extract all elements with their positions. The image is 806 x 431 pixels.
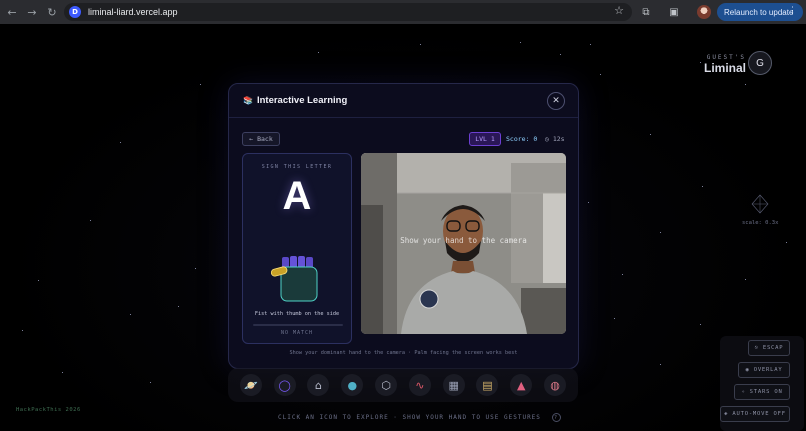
- fist-hand-icon: [270, 256, 318, 302]
- star-dot: [318, 52, 320, 54]
- module-dock: 🪐 ◯ ⌂ ● ⬡ ∿ ▦ ▤ ▲ ◍: [228, 368, 578, 402]
- auto-move-toggle[interactable]: ◈ AUTO-MOVE OFF: [720, 406, 790, 422]
- avatar[interactable]: G: [748, 51, 772, 75]
- star-dot: [195, 268, 197, 270]
- browser-toolbar: ← → ↻ D liminal-liard.vercel.app ☆ ⧉ ▣ R…: [0, 0, 806, 24]
- star-dot: [600, 74, 602, 76]
- interactive-learning-modal: 📚 Interactive Learning ✕ ← Back LVL 1 Sc…: [228, 83, 579, 369]
- rocket-icon[interactable]: ▲: [510, 374, 533, 396]
- star-dot: [660, 232, 662, 234]
- compass-icon: [751, 194, 769, 214]
- help-button[interactable]: ?: [551, 413, 561, 422]
- star-dot: [120, 142, 122, 144]
- cube-icon[interactable]: ⬡: [375, 374, 398, 396]
- brain-icon[interactable]: ◍: [544, 374, 567, 396]
- score-readout: Score: 0: [506, 135, 538, 143]
- star-dot: [38, 280, 40, 282]
- sign-this-letter-label: SIGN THIS LETTER: [261, 164, 333, 170]
- book-icon[interactable]: ▤: [476, 374, 499, 396]
- star-dot: [62, 372, 64, 374]
- ring-icon[interactable]: ◯: [273, 374, 296, 396]
- close-button[interactable]: ✕: [547, 92, 565, 110]
- footer-hint-text: CLICK AN ICON TO EXPLORE · SHOW YOUR HAN…: [278, 414, 541, 421]
- star-dot: [614, 318, 616, 320]
- star-dot: [590, 44, 592, 46]
- game-icon[interactable]: ▦: [442, 374, 465, 396]
- escape-button[interactable]: ⎋ ESCAP: [748, 340, 790, 356]
- back-arrow-icon[interactable]: ←: [2, 0, 22, 24]
- level-badge: LVL 1: [469, 132, 501, 146]
- star-dot: [700, 324, 702, 326]
- reload-icon[interactable]: ↻: [42, 0, 62, 24]
- modal-title-text: Interactive Learning: [256, 95, 348, 106]
- stars-toggle[interactable]: ✧ STARS ON: [734, 384, 790, 400]
- hand-shape-hint: Fist with thumb on the side: [254, 311, 340, 317]
- camera-prompt: Show your hand to the camera: [400, 236, 527, 245]
- menu-dots-icon[interactable]: ⋮: [788, 5, 797, 16]
- view-controls: ⎋ ESCAP ◉ OVERLAY ✧ STARS ON ◈ AUTO-MOVE…: [720, 336, 804, 431]
- star-dot: [700, 62, 702, 64]
- modal-header: 📚 Interactive Learning ✕: [229, 84, 578, 118]
- copyright-text: HackPackThis 2026: [16, 407, 81, 413]
- books-icon: 📚: [243, 96, 253, 105]
- guest-label: GUEST'S: [706, 54, 746, 61]
- pulse-icon[interactable]: ∿: [408, 374, 431, 396]
- home-icon[interactable]: ⌂: [307, 374, 330, 396]
- target-letter: A: [282, 174, 312, 218]
- globe-icon[interactable]: ●: [341, 374, 364, 396]
- star-dot: [200, 84, 202, 86]
- star-dot: [560, 54, 562, 56]
- match-progress-bar: [253, 324, 343, 326]
- site-info-icon[interactable]: D: [69, 6, 81, 18]
- address-bar[interactable]: D liminal-liard.vercel.app ☆: [64, 3, 632, 21]
- star-dot: [622, 274, 624, 276]
- url-text[interactable]: liminal-liard.vercel.app: [88, 7, 178, 17]
- media-icon[interactable]: ▣: [666, 4, 682, 20]
- back-button[interactable]: ← Back: [242, 132, 280, 146]
- starfield-canvas[interactable]: GUEST'S Liminal G scale: 0.3x 📚 Interact…: [0, 24, 806, 431]
- star-dot: [702, 186, 704, 188]
- match-status: NO MATCH: [280, 330, 314, 336]
- star-dot: [22, 330, 24, 332]
- forward-arrow-icon[interactable]: →: [22, 0, 42, 24]
- modal-title: 📚 Interactive Learning: [243, 95, 347, 106]
- star-dot: [150, 382, 152, 384]
- relaunch-button[interactable]: Relaunch to update ⋮: [717, 3, 803, 21]
- profile-avatar[interactable]: [697, 5, 711, 19]
- footer-hint: CLICK AN ICON TO EXPLORE · SHOW YOUR HAN…: [278, 413, 561, 422]
- overlay-toggle[interactable]: ◉ OVERLAY: [738, 362, 790, 378]
- camera-feed: Show your hand to the camera: [361, 153, 566, 334]
- star-dot: [420, 44, 422, 46]
- brand-name: Liminal: [703, 61, 746, 75]
- star-dot: [650, 134, 652, 136]
- star-dot: [745, 279, 747, 281]
- user-header: GUEST'S Liminal: [704, 54, 746, 75]
- bookmark-star-icon[interactable]: ☆: [614, 4, 624, 17]
- timer-readout: ◷ 12s: [545, 135, 565, 143]
- relaunch-label: Relaunch to update: [724, 7, 794, 17]
- extensions-icon[interactable]: ⧉: [638, 4, 654, 20]
- star-dot: [588, 202, 590, 204]
- star-dot: [178, 306, 180, 308]
- scale-readout: scale: 0.3x: [742, 220, 779, 226]
- planet-icon[interactable]: 🪐: [239, 374, 262, 396]
- star-dot: [660, 364, 662, 366]
- target-letter-card: SIGN THIS LETTER A Fist with thumb on th…: [242, 153, 352, 344]
- star-dot: [745, 84, 747, 86]
- star-dot: [90, 220, 92, 222]
- star-dot: [520, 42, 522, 44]
- star-dot: [786, 242, 788, 244]
- camera-instruction: Show your dominant hand to the camera · …: [289, 350, 518, 356]
- star-dot: [130, 314, 132, 316]
